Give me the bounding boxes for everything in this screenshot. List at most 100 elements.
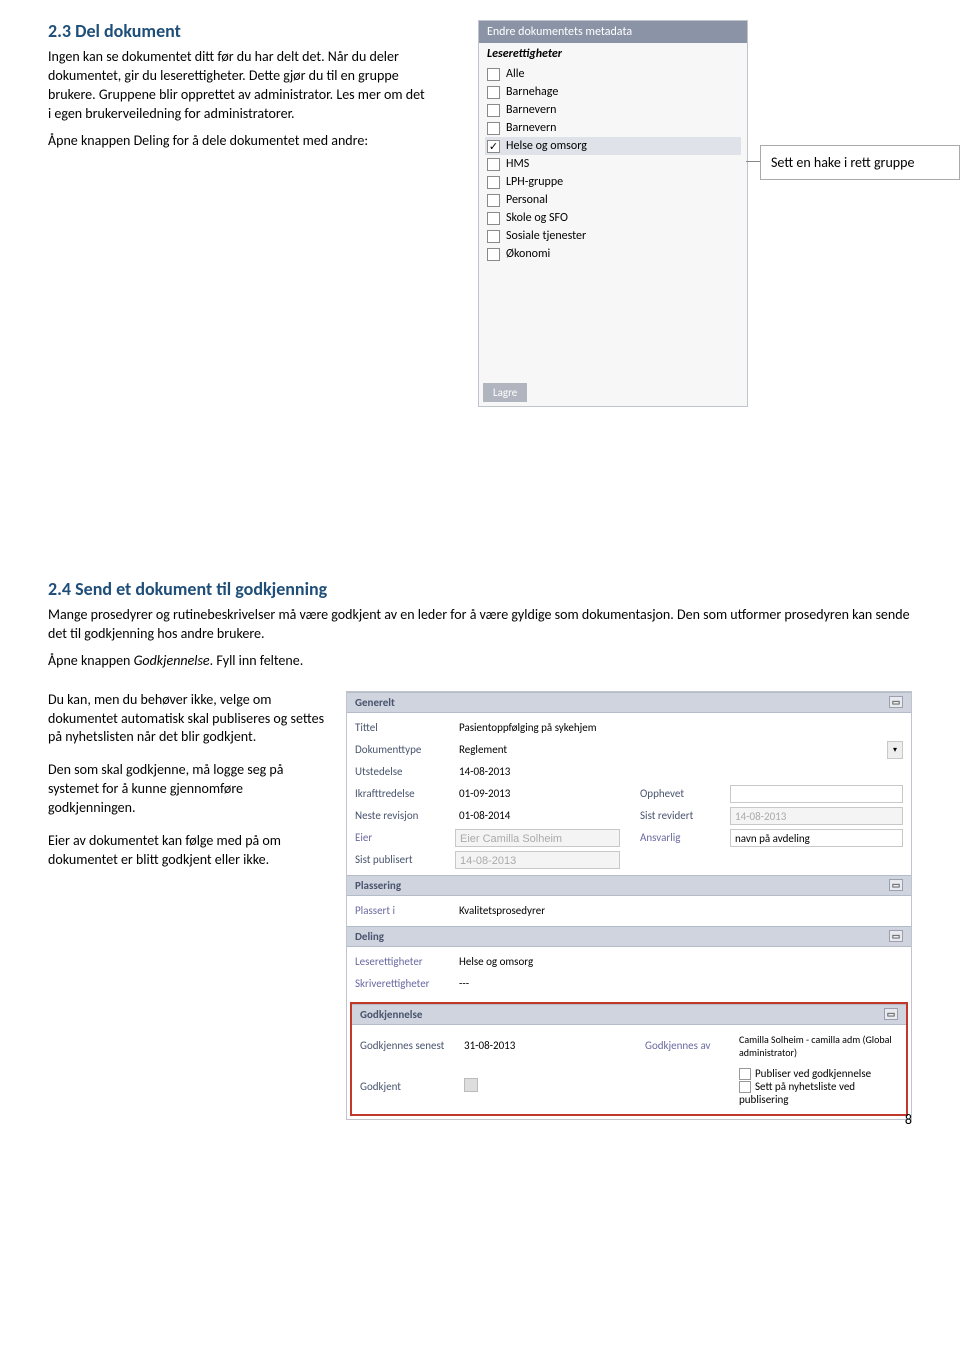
section-header-godkjennelse[interactable]: Godkjennelse ▭ [352, 1004, 906, 1025]
callout-box: Sett en hake i rett gruppe [760, 145, 960, 180]
permission-label: Økonomi [506, 247, 550, 261]
save-button[interactable]: Lagre [483, 383, 527, 402]
plassert-value[interactable]: Kvalitetsprosedyrer [455, 902, 903, 919]
permission-checkbox[interactable] [487, 158, 500, 171]
permission-row[interactable]: Barnevern [485, 101, 741, 119]
godkjent-label: Godkjent [360, 1080, 460, 1093]
permission-label: Helse og omsorg [506, 139, 587, 153]
section-2-4-p2: Åpne knappen Godkjennelse. Fyll inn felt… [48, 652, 912, 671]
permission-label: Barnehage [506, 85, 558, 99]
permission-checkbox[interactable] [487, 194, 500, 207]
permission-row[interactable]: Økonomi [485, 245, 741, 263]
permission-checkbox[interactable] [487, 122, 500, 135]
p2-part-b: Godkjennelse [134, 652, 210, 669]
ansvarlig-label[interactable]: Ansvarlig [640, 831, 730, 844]
permission-row[interactable]: Barnevern [485, 119, 741, 137]
ikraft-label: Ikrafttredelse [355, 787, 455, 800]
section-header-deling[interactable]: Deling ▭ [347, 926, 911, 947]
permission-row[interactable]: HMS [485, 155, 741, 173]
permission-label: Personal [506, 193, 548, 207]
permission-label: Barnevern [506, 103, 556, 117]
collapse-icon[interactable]: ▭ [889, 930, 903, 942]
permission-label: Skole og SFO [506, 211, 568, 225]
permission-checkbox[interactable]: ✓ [487, 140, 500, 153]
collapse-icon[interactable]: ▭ [889, 879, 903, 891]
leser-value: Helse og omsorg [455, 953, 903, 970]
permission-row[interactable]: ✓ Helse og omsorg [485, 137, 741, 155]
collapse-icon[interactable]: ▭ [884, 1008, 898, 1020]
eier-label[interactable]: Eier [355, 831, 455, 844]
section-2-3-p2: Åpne knappen Deling for å dele dokumente… [48, 132, 428, 151]
permission-row[interactable]: Alle [485, 65, 741, 83]
permission-label: Alle [506, 67, 524, 81]
permission-row[interactable]: Sosiale tjenester [485, 227, 741, 245]
sistrev-label: Sist revidert [640, 809, 730, 822]
section-2-3-heading: 2.3 Del dokument [48, 20, 428, 42]
doktype-value[interactable]: Reglement [455, 741, 887, 758]
godkj-senest-value[interactable]: 31-08-2013 [460, 1037, 625, 1054]
tittel-label: Tittel [355, 721, 455, 734]
trash-icon[interactable] [464, 1078, 478, 1092]
permission-checkbox[interactable] [487, 104, 500, 117]
sistpub-label: Sist publisert [355, 853, 455, 866]
godkjent-value [460, 1076, 625, 1097]
godkj-av-label[interactable]: Godkjennes av [645, 1039, 735, 1052]
newslist-checkbox[interactable] [739, 1081, 751, 1093]
permission-checkbox[interactable] [487, 212, 500, 225]
plassert-label[interactable]: Plassert i [355, 904, 455, 917]
permission-label: Barnevern [506, 121, 556, 135]
permission-checkbox[interactable] [487, 230, 500, 243]
permission-checkbox[interactable] [487, 248, 500, 261]
permission-checkbox[interactable] [487, 86, 500, 99]
sistrev-value: 14-08-2013 [730, 807, 903, 825]
document-form: Generelt ▭ Tittel Pasientoppfølging på s… [346, 691, 912, 1121]
section-2-4-heading: 2.4 Send et dokument til godkjenning [48, 578, 912, 600]
doktype-dropdown-icon[interactable]: ▾ [887, 741, 903, 759]
permission-row[interactable]: Personal [485, 191, 741, 209]
section-header-generelt-label: Generelt [355, 696, 395, 709]
permission-checkbox[interactable] [487, 68, 500, 81]
collapse-icon[interactable]: ▭ [889, 696, 903, 708]
godkj-senest-label: Godkjennes senest [360, 1039, 460, 1052]
permission-row[interactable]: LPH-gruppe [485, 173, 741, 191]
sistpub-value: 14-08-2013 [455, 851, 620, 869]
ansvarlig-value[interactable]: navn på avdeling [730, 829, 903, 847]
section-header-deling-label: Deling [355, 930, 384, 943]
permission-row[interactable]: Skole og SFO [485, 209, 741, 227]
lower-left-p1: Du kan, men du behøver ikke, velge om do… [48, 691, 328, 748]
doktype-label: Dokumenttype [355, 743, 455, 756]
lower-left-p2: Den som skal godkjenne, må logge seg på … [48, 761, 328, 818]
lower-left-p3: Eier av dokumentet kan følge med på om d… [48, 832, 328, 870]
skriver-label[interactable]: Skriverettigheter [355, 977, 455, 990]
neste-value[interactable]: 01-08-2014 [455, 807, 620, 824]
permission-row[interactable]: Barnehage [485, 83, 741, 101]
leser-label[interactable]: Leserettigheter [355, 955, 455, 968]
approval-options: Publiser ved godkjennelse Sett på nyhets… [735, 1065, 898, 1109]
permission-label: LPH-gruppe [506, 175, 563, 189]
skriver-value: --- [455, 975, 903, 992]
section-header-generelt[interactable]: Generelt ▭ [347, 692, 911, 713]
newslist-option-label: Sett på nyhetsliste ved publisering [739, 1080, 855, 1106]
section-2-3-p1: Ingen kan se dokumentet ditt før du har … [48, 48, 428, 124]
metadata-panel-subheader: Leserettigheter [479, 43, 747, 63]
permission-checkbox[interactable] [487, 176, 500, 189]
metadata-panel-header: Endre dokumentets metadata [479, 21, 747, 43]
neste-label: Neste revisjon [355, 809, 455, 822]
tittel-value[interactable]: Pasientoppfølging på sykehjem [455, 719, 903, 736]
godkj-av-value: Camilla Solheim - camilla adm (Global ad… [735, 1031, 898, 1061]
publish-checkbox[interactable] [739, 1068, 751, 1080]
section-header-plassering[interactable]: Plassering ▭ [347, 875, 911, 896]
p2-part-a: Åpne knappen [48, 652, 134, 669]
opphevet-label: Opphevet [640, 787, 730, 800]
metadata-panel: Endre dokumentets metadata Leserettighet… [478, 20, 748, 407]
utstedelse-value[interactable]: 14-08-2013 [455, 763, 620, 780]
utstedelse-label: Utstedelse [355, 765, 455, 778]
section-header-plassering-label: Plassering [355, 879, 401, 892]
permission-label: Sosiale tjenester [506, 229, 586, 243]
p2-part-c: . Fyll inn feltene. [210, 652, 304, 669]
publish-option-label: Publiser ved godkjennelse [755, 1067, 871, 1080]
section-2-4-p1: Mange prosedyrer og rutinebeskrivelser m… [48, 606, 912, 644]
opphevet-input[interactable] [730, 785, 903, 803]
ikraft-value[interactable]: 01-09-2013 [455, 785, 620, 802]
section-header-godkjennelse-label: Godkjennelse [360, 1008, 422, 1021]
